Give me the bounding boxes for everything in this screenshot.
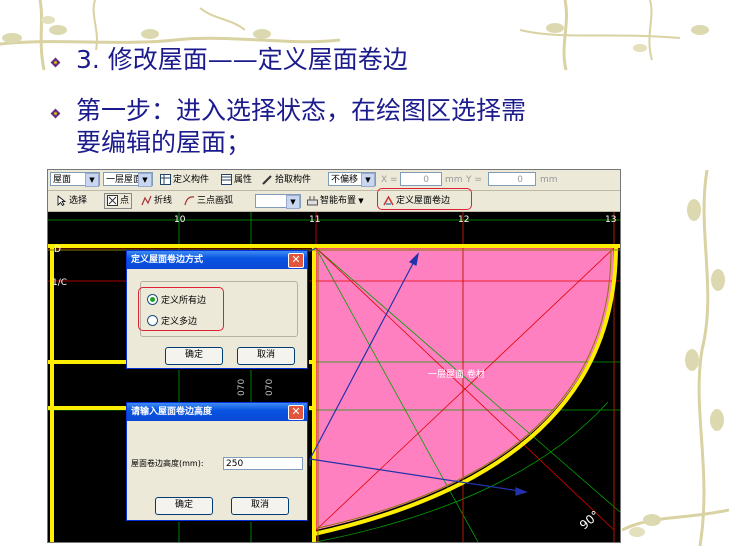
highlight-roof-edge-button bbox=[377, 188, 472, 210]
pick-member-label: 拾取构件 bbox=[275, 175, 312, 185]
edge-height-value: 250 bbox=[226, 459, 244, 469]
y-value: 0 bbox=[517, 175, 523, 185]
edge-mode-cancel-button[interactable]: 取消 bbox=[237, 347, 295, 365]
arc-icon bbox=[184, 195, 195, 206]
arc-mode-select[interactable]: ▼ bbox=[255, 194, 301, 209]
edge-mode-ok-button[interactable]: 确定 bbox=[165, 347, 223, 365]
define-member-label: 定义构件 bbox=[173, 175, 210, 185]
select-button[interactable]: 选择 bbox=[56, 194, 87, 208]
x-input[interactable]: 0 bbox=[400, 172, 442, 186]
edge-height-cancel-button[interactable]: 取消 bbox=[231, 497, 289, 515]
smart-layout-label: 智能布置 bbox=[320, 196, 357, 206]
floor-value: 一层屋面 bbox=[106, 175, 143, 185]
point-label: 点 bbox=[120, 196, 130, 206]
chevron-down-icon: ▼ bbox=[138, 173, 152, 187]
axis-label-11: 11 bbox=[309, 215, 320, 225]
chevron-down-icon: ▼ bbox=[286, 195, 300, 209]
toolbar-top: 屋面 ▼ 一层屋面 ▼ 定义构件 属性 拾取构件 不偏移 ▼ X = 0 mm … bbox=[48, 170, 620, 191]
dim-label-2: 070 bbox=[237, 379, 247, 396]
x-value: 0 bbox=[423, 175, 429, 185]
select-label: 选择 bbox=[69, 196, 88, 206]
y-input[interactable]: 0 bbox=[488, 172, 536, 186]
bullet-step-line1: 第一步：进入选择状态，在绘图区选择需 bbox=[76, 96, 527, 125]
edge-height-ok-button[interactable]: 确定 bbox=[155, 497, 213, 515]
properties-button[interactable]: 属性 bbox=[221, 173, 252, 187]
axis-label-10: 10 bbox=[174, 215, 186, 225]
edge-height-label: 屋面卷边高度(mm): bbox=[131, 459, 204, 468]
pick-member-button[interactable]: 拾取构件 bbox=[262, 173, 311, 187]
member-type-select[interactable]: 屋面 ▼ bbox=[50, 172, 100, 187]
cad-application: 屋面 ▼ 一层屋面 ▼ 定义构件 属性 拾取构件 不偏移 ▼ X = 0 mm … bbox=[47, 169, 621, 543]
polyline-button[interactable]: 折线 bbox=[141, 194, 172, 208]
axis-label-d: D bbox=[54, 245, 61, 255]
close-icon[interactable]: ✕ bbox=[288, 253, 304, 268]
member-type-value: 屋面 bbox=[53, 175, 72, 185]
x-unit: mm bbox=[445, 175, 463, 185]
roof-label: 一层屋面 卷材 bbox=[428, 368, 485, 380]
point-icon bbox=[107, 195, 118, 206]
offset-select[interactable]: 不偏移 ▼ bbox=[328, 172, 376, 187]
chevron-down-icon: ▼ bbox=[85, 173, 99, 187]
smart-layout-icon bbox=[307, 195, 318, 206]
polyline-label: 折线 bbox=[154, 196, 173, 206]
define-member-button[interactable]: 定义构件 bbox=[160, 173, 209, 187]
axis-label-c: 1/C bbox=[52, 278, 67, 288]
toolbar-draw: 选择 点 折线 三点画弧 ▼ 智能布置 ▼ 定义屋面卷边 bbox=[48, 188, 620, 212]
diamond-bullet-icon bbox=[50, 57, 61, 68]
axis-label-12: 12 bbox=[458, 215, 469, 225]
chevron-down-icon: ▼ bbox=[361, 173, 375, 187]
offset-value: 不偏移 bbox=[331, 175, 359, 185]
edge-mode-dialog: 定义屋面卷边方式 ✕ 定义所有边 定义多边 确定 取消 bbox=[126, 250, 308, 369]
polyline-icon bbox=[141, 195, 152, 206]
axis-label-13: 13 bbox=[605, 215, 616, 225]
highlight-options bbox=[138, 287, 224, 331]
y-unit: mm bbox=[540, 175, 558, 185]
grid-icon bbox=[160, 174, 171, 185]
edge-mode-dialog-title: 定义屋面卷边方式 bbox=[127, 251, 307, 269]
diamond-bullet-icon bbox=[50, 108, 61, 119]
vine-decoration-right bbox=[622, 170, 729, 546]
edge-height-input[interactable]: 250 bbox=[223, 457, 303, 470]
smart-layout-button[interactable]: 智能布置 ▼ bbox=[307, 194, 364, 208]
properties-label: 属性 bbox=[234, 175, 253, 185]
edge-height-dialog-title: 请输入屋面卷边高度 bbox=[127, 403, 307, 421]
point-button[interactable]: 点 bbox=[104, 193, 133, 209]
floor-select[interactable]: 一层屋面 ▼ bbox=[103, 172, 153, 187]
y-label: Y = bbox=[466, 175, 482, 185]
x-label: X = bbox=[381, 175, 398, 185]
edge-height-dialog: 请输入屋面卷边高度 ✕ 屋面卷边高度(mm): 250 确定 取消 bbox=[126, 402, 308, 521]
close-icon[interactable]: ✕ bbox=[288, 405, 304, 420]
eyedropper-icon bbox=[262, 174, 273, 185]
dim-label: 070 bbox=[265, 379, 275, 396]
bullet-step-line2: 要编辑的屋面； bbox=[76, 128, 252, 157]
bullet-heading-text: 3. 修改屋面——定义屋面卷边 bbox=[76, 45, 408, 74]
three-point-arc-button[interactable]: 三点画弧 bbox=[184, 194, 233, 208]
three-point-arc-label: 三点画弧 bbox=[197, 196, 234, 206]
cursor-arrow-icon bbox=[56, 195, 67, 207]
table-icon bbox=[221, 174, 232, 185]
